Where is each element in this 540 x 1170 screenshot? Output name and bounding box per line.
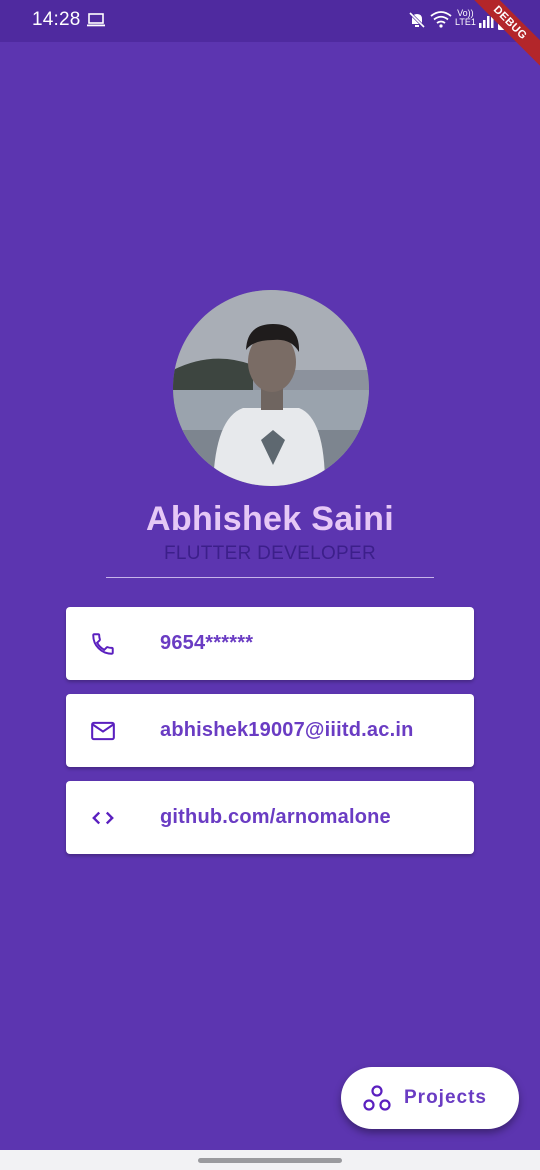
navigation-bar [0,1150,540,1170]
network-label: Vo)) LTE1 [455,9,476,27]
network-label-bottom: LTE1 [455,17,476,27]
email-card[interactable]: abhishek19007@iiitd.ac.in [66,694,474,767]
divider [106,577,434,578]
github-card[interactable]: github.com/arnomalone [66,781,474,854]
projects-button[interactable]: Projects [341,1067,519,1129]
avatar [173,290,369,486]
profile-title: FLUTTER DEVELOPER [163,543,377,564]
status-bar: 14:28 Vo)) LTE1 [0,0,540,42]
profile-name: Abhishek Saini [146,500,394,538]
phone-number: 9654****** [160,632,254,654]
laptop-icon [87,13,105,32]
phone-icon [90,631,116,662]
mail-icon [90,718,116,749]
wifi-icon [430,10,452,33]
mute-icon [408,11,426,34]
status-time: 14:28 [32,9,81,30]
projects-label: Projects [404,1087,487,1108]
profile-photo [173,290,369,486]
phone-card[interactable]: 9654****** [66,607,474,680]
home-indicator[interactable] [198,1158,342,1163]
bubble-chart-icon [363,1084,391,1117]
email-address: abhishek19007@iiitd.ac.in [160,719,414,741]
code-icon [90,805,116,836]
github-link: github.com/arnomalone [160,806,391,828]
